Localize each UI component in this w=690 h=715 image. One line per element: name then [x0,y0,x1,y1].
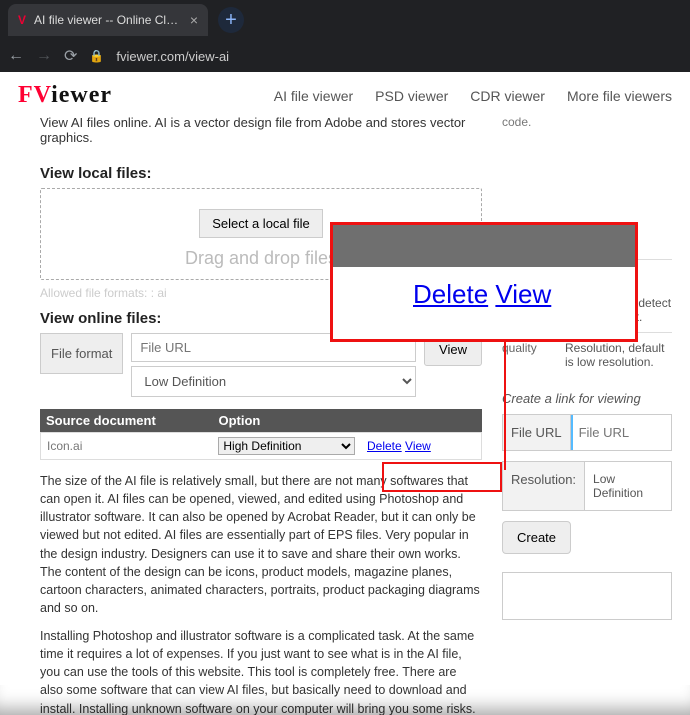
callout-header-bar [333,225,635,267]
row-definition-select[interactable]: High Definition [218,437,355,455]
side-resolution-row: Resolution: Low Definition [502,461,672,511]
back-icon[interactable]: ← [8,47,24,65]
param-key: quality [502,341,557,369]
cell-source: Icon.ai [41,435,212,457]
toolbar: ← → ⟳ 🔒 fviewer.com/view-ai [0,40,690,72]
file-format-label: File format [40,333,123,374]
lock-icon: 🔒 [89,49,104,63]
side-code-fragment: code. [502,115,672,129]
forward-icon[interactable]: → [36,47,52,65]
callout-links: Delete View [333,267,635,310]
tab-title: AI file viewer -- Online Cloud File [34,13,182,27]
cell-actions: Delete View [361,435,481,457]
close-icon[interactable]: × [190,12,198,28]
callout-leader-line [504,340,506,470]
callout-target-box [382,462,502,492]
nav-ai-viewer[interactable]: AI file viewer [274,88,353,104]
browser-tab[interactable]: V AI file viewer -- Online Cloud File × [8,4,208,36]
side-file-url-input[interactable] [571,415,671,450]
new-tab-button[interactable]: + [218,7,244,33]
side-resolution-value[interactable]: Low Definition [585,462,671,510]
nav-cdr-viewer[interactable]: CDR viewer [470,88,545,104]
side-file-url-row: File URL [502,414,672,451]
callout-view-link[interactable]: View [495,279,551,309]
side-file-url-label: File URL [503,415,571,450]
address-bar[interactable]: fviewer.com/view-ai [116,49,229,64]
side-column: code. filetype File format, optional, wi… [502,115,672,715]
col-actions [362,409,482,432]
intro-text: View AI files online. AI is a vector des… [40,115,482,145]
select-local-file-button[interactable]: Select a local file [199,209,323,238]
callout-delete-link[interactable]: Delete [413,279,488,309]
callout-overlay: Delete View [330,222,638,342]
view-link[interactable]: View [405,439,431,453]
main-column: View AI files online. AI is a vector des… [40,115,482,715]
nav-more[interactable]: More file viewers [567,88,672,104]
content: View AI files online. AI is a vector des… [0,115,690,715]
results-header: Source document Option [40,409,482,432]
logo-part-black: iewer [51,82,112,108]
generated-link-box [502,572,672,620]
table-row: Icon.ai High Definition Delete View [40,432,482,460]
logo-part-red: FV [18,82,51,108]
create-button[interactable]: Create [502,521,571,554]
delete-link[interactable]: Delete [367,439,402,453]
primary-nav: AI file viewer PSD viewer CDR viewer Mor… [274,88,672,104]
local-heading: View local files: [40,165,482,182]
definition-select[interactable]: Low Definition [131,366,416,397]
paragraph-2: Installing Photoshop and illustrator sof… [40,627,482,715]
browser-chrome: V AI file viewer -- Online Cloud File × … [0,0,690,72]
nav-psd-viewer[interactable]: PSD viewer [375,88,448,104]
col-option: Option [212,409,362,432]
online-form: File format Low Definition View [40,333,482,397]
favicon: V [18,13,26,27]
paragraph-1: The size of the AI file is relatively sm… [40,472,482,617]
side-resolution-label: Resolution: [503,462,585,510]
param-desc: Resolution, default is low resolution. [565,341,672,369]
logo[interactable]: FViewer [18,82,112,109]
page: FViewer AI file viewer PSD viewer CDR vi… [0,72,690,715]
create-link-heading: Create a link for viewing [502,391,672,406]
site-header: FViewer AI file viewer PSD viewer CDR vi… [0,72,690,115]
reload-icon[interactable]: ⟳ [64,46,77,66]
col-source: Source document [40,409,212,432]
tab-strip: V AI file viewer -- Online Cloud File × … [0,0,690,40]
